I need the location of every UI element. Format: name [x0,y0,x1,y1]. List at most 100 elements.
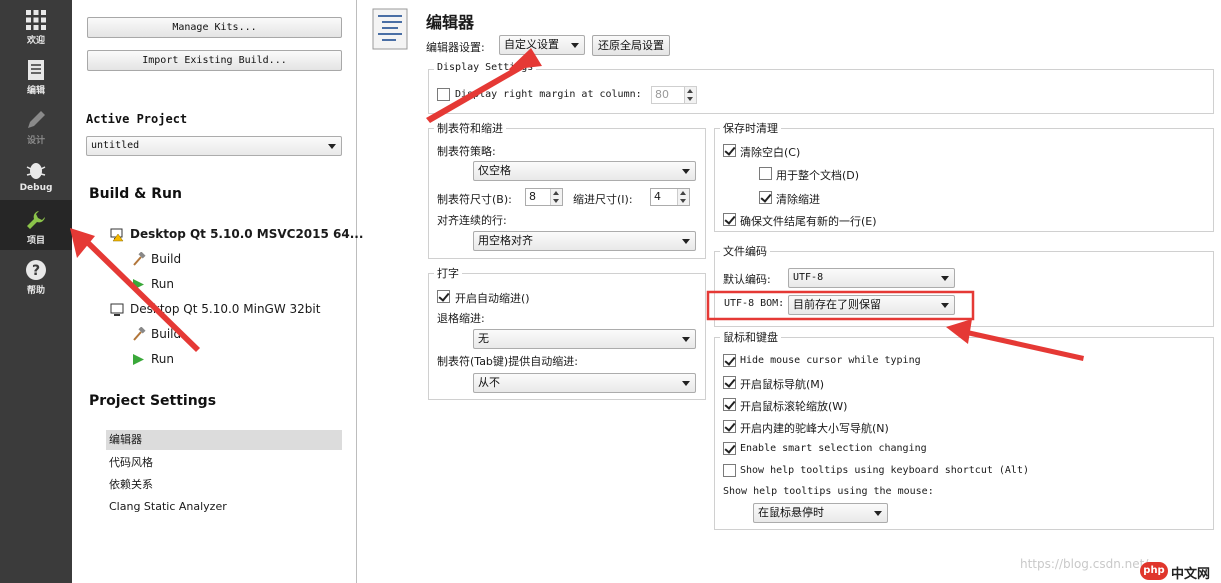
spin-arrows-icon [550,189,562,205]
settings-item-code-style[interactable]: 代码风格 [106,453,342,473]
kit-msvc[interactable]: Desktop Qt 5.10.0 MSVC2015 64... [130,227,363,241]
chevron-down-icon [682,337,690,342]
margin-column-spinbox[interactable]: 80 [651,86,697,104]
mouse-tooltips-select[interactable]: 在鼠标悬停时 [753,503,888,523]
smart-selection-checkbox[interactable] [723,442,736,455]
mode-label: 设计 [26,136,45,146]
trailing-newline-checkbox[interactable] [723,213,736,226]
svg-text:?: ? [32,263,40,279]
bom-value: 目前存在了则保留 [793,298,881,311]
editor-settings-select[interactable]: 自定义设置 [499,35,585,55]
mouse-nav-label: 开启鼠标导航(M) [740,378,825,391]
tabs-indent-title: 制表符和缩进 [434,120,506,136]
camel-case-checkbox[interactable] [723,420,736,433]
editor-settings-label: 编辑器设置: [426,41,485,54]
active-project-heading: Active Project [86,112,188,126]
tab-size-label: 制表符尺寸(B): [437,193,512,206]
clean-indent-label: 清除缩进 [776,193,820,206]
import-build-button[interactable]: Import Existing Build... [87,50,342,71]
auto-indent-checkbox[interactable] [437,290,450,303]
mode-debug[interactable]: Debug [0,150,72,200]
wheel-zoom-label: 开启鼠标滚轮缩放(W) [740,400,848,413]
chevron-down-icon [682,169,690,174]
spin-arrows-icon [684,87,696,103]
monitor-icon [110,303,124,316]
chevron-down-icon [682,239,690,244]
encoding-group [714,251,1214,327]
mode-help[interactable]: ? 帮助 [0,250,72,300]
settings-item-editor[interactable]: 编辑器 [106,430,342,450]
settings-item-dependencies[interactable]: 依赖关系 [106,475,342,495]
kit-mingw-run[interactable]: Run [151,352,174,366]
tab-key-select[interactable]: 从不 [473,373,696,393]
indent-size-spinbox[interactable]: 4 [650,188,690,206]
page-title: 编辑器 [426,13,475,32]
mouse-nav-checkbox[interactable] [723,376,736,389]
mode-label: 欢迎 [26,36,45,46]
mouse-tooltips-value: 在鼠标悬停时 [758,506,824,519]
document-icon [28,60,44,80]
keyboard-tooltips-label: Show help tooltips using keyboard shortc… [740,465,1029,476]
cleanup-title: 保存时清理 [720,120,781,136]
kit-mingw-build[interactable]: Build [151,327,181,341]
kit-mingw[interactable]: Desktop Qt 5.10.0 MinGW 32bit [130,302,320,316]
spin-arrows-icon [677,189,689,205]
backspace-label: 退格缩进: [437,312,485,325]
keyboard-tooltips-checkbox[interactable] [723,464,736,477]
default-encoding-select[interactable]: UTF-8 [788,268,955,288]
indent-size-label: 缩进尺寸(I): [573,193,633,206]
camel-case-label: 开启内建的驼峰大小写导航(N) [740,422,889,435]
continuation-value: 用空格对齐 [478,234,533,247]
mode-label: 编辑 [26,86,45,96]
wheel-zoom-checkbox[interactable] [723,398,736,411]
entire-document-checkbox[interactable] [759,167,772,180]
continuation-select[interactable]: 用空格对齐 [473,231,696,251]
logo-badge: php [1140,562,1168,580]
default-encoding-label: 默认编码: [723,273,771,286]
help-icon: ? [26,260,46,280]
project-navigation: Manage Kits... Import Existing Build... … [72,0,363,583]
chevron-down-icon [682,381,690,386]
entire-document-label: 用于整个文档(D) [776,169,860,182]
kit-msvc-build[interactable]: Build [151,252,181,266]
kit-msvc-run[interactable]: Run [151,277,174,291]
indent-size-value: 4 [654,190,661,203]
bug-icon [26,163,46,179]
chevron-down-icon [874,511,882,516]
tab-size-spinbox[interactable]: 8 [525,188,563,206]
restore-global-button[interactable]: 还原全局设置 [592,35,670,56]
tab-policy-select[interactable]: 仅空格 [473,161,696,181]
hide-cursor-checkbox[interactable] [723,354,736,367]
mode-label: Debug [19,183,53,193]
chevron-down-icon [941,276,949,281]
clean-indent-checkbox[interactable] [759,191,772,204]
editor-settings-value: 自定义设置 [504,38,559,51]
monitor-warning-icon [110,228,124,242]
bom-label: UTF-8 BOM: [724,298,785,309]
run-icon [133,279,144,290]
manage-kits-button[interactable]: Manage Kits... [87,17,342,38]
mode-design[interactable]: 设计 [0,100,72,150]
continuation-label: 对齐连续的行: [437,214,507,227]
tab-size-value: 8 [529,190,536,203]
clean-whitespace-checkbox[interactable] [723,144,736,157]
display-settings-title: Display Settings [434,62,537,73]
wrench-icon [27,211,45,229]
active-project-value: untitled [91,140,140,151]
tab-policy-value: 仅空格 [478,164,511,177]
mode-welcome[interactable]: 欢迎 [0,0,72,50]
display-margin-checkbox[interactable] [437,88,450,101]
active-project-select[interactable]: untitled [86,136,342,156]
backspace-select[interactable]: 无 [473,329,696,349]
hide-cursor-label: Hide mouse cursor while typing [740,355,921,366]
settings-item-clang-analyzer[interactable]: Clang Static Analyzer [106,497,342,517]
editor-document-icon [372,8,408,50]
bom-select[interactable]: 目前存在了则保留 [788,295,955,315]
encoding-title: 文件编码 [720,243,770,259]
chevron-down-icon [328,144,336,149]
project-settings-heading: Project Settings [89,393,217,409]
mode-projects[interactable]: 项目 [0,200,72,250]
hammer-icon [133,327,146,341]
mode-edit[interactable]: 编辑 [0,50,72,100]
pencil-icon [28,111,45,128]
